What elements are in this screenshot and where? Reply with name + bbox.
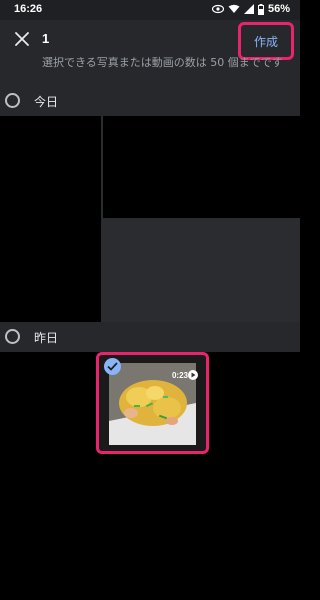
- selected-video-tile[interactable]: 0:23: [96, 352, 209, 454]
- yesterday-photo-grid: 0:23: [0, 352, 300, 600]
- close-icon: [15, 31, 29, 50]
- section-label-today: 今日: [34, 95, 59, 109]
- status-bar: 16:26 56%: [0, 0, 300, 20]
- section-label-yesterday: 昨日: [34, 331, 59, 345]
- battery-label: 56%: [267, 3, 290, 15]
- play-icon: [188, 370, 198, 380]
- signal-icon: [243, 4, 254, 14]
- selected-count: 1: [42, 31, 50, 46]
- section-today: 今日: [0, 86, 300, 116]
- select-all-today-radio[interactable]: [5, 93, 20, 108]
- selection-limit-hint: 選択できる写真または動画の数は 50 個までです: [42, 56, 283, 69]
- section-yesterday: 昨日: [0, 322, 300, 352]
- create-button-label: 作成: [253, 34, 278, 49]
- select-all-yesterday-radio[interactable]: [5, 329, 20, 344]
- video-duration: 0:23: [171, 371, 188, 380]
- wifi-icon: [228, 4, 240, 14]
- today-photo-grid: [0, 116, 300, 322]
- media-tile[interactable]: [103, 116, 300, 218]
- selected-check-icon: [104, 358, 121, 375]
- status-time: 16:26: [14, 3, 43, 15]
- media-tile[interactable]: [0, 116, 101, 322]
- close-button[interactable]: [10, 28, 34, 52]
- eye-icon: [211, 4, 224, 14]
- battery-icon: [257, 3, 264, 15]
- status-icons: 56%: [211, 3, 290, 15]
